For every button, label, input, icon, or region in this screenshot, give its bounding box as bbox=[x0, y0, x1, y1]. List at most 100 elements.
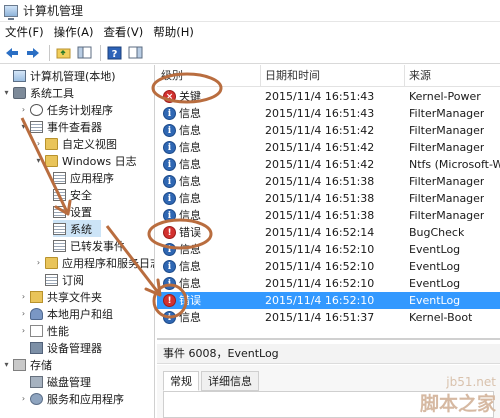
chevron-right-icon[interactable]: › bbox=[34, 258, 43, 267]
forward-button[interactable] bbox=[24, 44, 42, 62]
chevron-right-icon[interactable]: › bbox=[19, 292, 28, 301]
cell-source: EventLog bbox=[409, 260, 461, 273]
help-icon: ? bbox=[107, 46, 121, 60]
disk-icon bbox=[30, 375, 43, 388]
cell-datetime: 2015/11/4 16:52:10 bbox=[265, 277, 375, 290]
tree-item-computer-management[interactable]: 计算机管理(本地) bbox=[2, 67, 116, 84]
tree-item-shared-folders[interactable]: › 共享文件夹 bbox=[19, 288, 102, 305]
table-row[interactable]: i 信息 2015/11/4 16:51:42 FilterManager bbox=[157, 139, 500, 156]
tree-item-label: 服务和应用程序 bbox=[47, 392, 124, 406]
tree-item-app-service-logs[interactable]: › 应用程序和服务日志 bbox=[34, 254, 154, 271]
tree-item-subscriptions[interactable]: 订阅 bbox=[45, 271, 84, 288]
table-row[interactable]: × 关键 2015/11/4 16:51:43 Kernel-Power bbox=[157, 88, 500, 105]
menu-help[interactable]: 帮助(H) bbox=[148, 22, 199, 42]
show-hide-tree-button[interactable] bbox=[75, 44, 93, 62]
tree-item-performance[interactable]: › 性能 bbox=[19, 322, 69, 339]
chevron-right-icon[interactable]: › bbox=[19, 105, 28, 114]
cell-level: 信息 bbox=[179, 175, 201, 188]
cell-datetime: 2015/11/4 16:52:10 bbox=[265, 260, 375, 273]
tree-item-system-tools[interactable]: ▾ 系统工具 bbox=[2, 84, 74, 101]
window-title: 计算机管理 bbox=[23, 4, 84, 18]
table-row[interactable]: ! 错误 2015/11/4 16:52:10 EventLog bbox=[157, 292, 500, 309]
chevron-down-icon[interactable]: ▾ bbox=[34, 156, 43, 165]
tree-item-windows-logs[interactable]: ▾ Windows 日志 bbox=[34, 152, 137, 169]
watermark-url: jb51.net bbox=[446, 375, 496, 389]
chevron-right-icon[interactable]: › bbox=[34, 139, 43, 148]
help-button[interactable]: ? bbox=[105, 44, 123, 62]
table-row[interactable]: i 信息 2015/11/4 16:51:42 FilterManager bbox=[157, 122, 500, 139]
log-icon bbox=[53, 188, 66, 201]
tab-general[interactable]: 常规 bbox=[163, 371, 199, 391]
tree-item-label: 性能 bbox=[47, 324, 69, 338]
critical-icon: × bbox=[163, 90, 176, 103]
pane-splitter[interactable] bbox=[157, 338, 500, 340]
tree-item-disk-management[interactable]: 磁盘管理 bbox=[30, 373, 91, 390]
menu-bar: 文件(F) 操作(A) 查看(V) 帮助(H) bbox=[0, 22, 500, 42]
tree-item-local-users[interactable]: › 本地用户和组 bbox=[19, 305, 113, 322]
computer-management-icon bbox=[4, 4, 18, 20]
menu-view[interactable]: 查看(V) bbox=[98, 22, 148, 42]
cell-source: FilterManager bbox=[409, 124, 485, 137]
tree-item-device-manager[interactable]: 设备管理器 bbox=[30, 339, 102, 356]
cell-datetime: 2015/11/4 16:51:43 bbox=[265, 107, 375, 120]
tree-item-label: 设备管理器 bbox=[47, 341, 102, 355]
tree-item-system-log[interactable]: 系统 bbox=[53, 220, 101, 237]
tree-item-security-log[interactable]: 安全 bbox=[53, 186, 92, 203]
table-row[interactable]: i 信息 2015/11/4 16:52:10 EventLog bbox=[157, 241, 500, 258]
info-icon: i bbox=[163, 260, 176, 273]
info-icon: i bbox=[163, 107, 176, 120]
chevron-right-icon[interactable]: › bbox=[19, 309, 28, 318]
cell-level: 信息 bbox=[179, 260, 201, 273]
info-icon: i bbox=[163, 243, 176, 256]
table-row[interactable]: i 信息 2015/11/4 16:51:38 FilterManager bbox=[157, 207, 500, 224]
tree-item-label: 订阅 bbox=[62, 273, 84, 287]
properties-button[interactable] bbox=[126, 44, 144, 62]
tree-item-task-scheduler[interactable]: › 任务计划程序 bbox=[19, 101, 113, 118]
info-icon: i bbox=[163, 192, 176, 205]
tree-item-application-log[interactable]: 应用程序 bbox=[53, 169, 114, 186]
table-row[interactable]: i 信息 2015/11/4 16:51:43 FilterManager bbox=[157, 105, 500, 122]
device-manager-icon bbox=[30, 341, 43, 354]
back-button[interactable] bbox=[3, 44, 21, 62]
menu-action[interactable]: 操作(A) bbox=[49, 22, 99, 42]
cell-datetime: 2015/11/4 16:51:42 bbox=[265, 141, 375, 154]
tree-item-event-viewer[interactable]: ▾ 事件查看器 bbox=[19, 118, 102, 135]
cell-level: 信息 bbox=[179, 277, 201, 290]
table-row[interactable]: i 信息 2015/11/4 16:51:38 FilterManager bbox=[157, 173, 500, 190]
tree-item-label: 任务计划程序 bbox=[47, 103, 113, 117]
column-level[interactable]: 级别 bbox=[157, 65, 261, 87]
shared-folder-icon bbox=[30, 290, 43, 303]
up-level-button[interactable] bbox=[54, 44, 72, 62]
chevron-right-icon[interactable]: › bbox=[19, 326, 28, 335]
table-row[interactable]: i 信息 2015/11/4 16:52:10 EventLog bbox=[157, 258, 500, 275]
tree-item-custom-views[interactable]: › 自定义视图 bbox=[34, 135, 117, 152]
cell-source: Ntfs (Microsoft-W bbox=[409, 158, 500, 171]
chevron-down-icon[interactable]: ▾ bbox=[2, 360, 11, 369]
chevron-down-icon[interactable]: ▾ bbox=[19, 122, 28, 131]
watermark: jb51.net 脚本之家 bbox=[420, 375, 496, 416]
cell-datetime: 2015/11/4 16:51:37 bbox=[265, 311, 375, 324]
cell-level: 错误 bbox=[179, 226, 201, 239]
table-row[interactable]: i 信息 2015/11/4 16:52:10 EventLog bbox=[157, 275, 500, 292]
cell-level: 信息 bbox=[179, 158, 201, 171]
tab-details[interactable]: 详细信息 bbox=[201, 371, 259, 391]
toolbar-separator bbox=[49, 44, 50, 61]
tree-item-setup-log[interactable]: 设置 bbox=[53, 203, 92, 220]
tree-item-services-apps[interactable]: › 服务和应用程序 bbox=[19, 390, 124, 407]
column-source[interactable]: 来源 bbox=[405, 65, 500, 87]
tree-item-forwarded-events[interactable]: 已转发事件 bbox=[53, 237, 125, 254]
table-row[interactable]: i 信息 2015/11/4 16:51:42 Ntfs (Microsoft-W bbox=[157, 156, 500, 173]
tree-item-storage[interactable]: ▾ 存储 bbox=[2, 356, 52, 373]
table-row[interactable]: ! 错误 2015/11/4 16:52:14 BugCheck bbox=[157, 224, 500, 241]
table-row[interactable]: i 信息 2015/11/4 16:51:37 Kernel-Boot bbox=[157, 309, 500, 326]
chevron-right-icon[interactable]: › bbox=[19, 394, 28, 403]
cell-datetime: 2015/11/4 16:51:38 bbox=[265, 175, 375, 188]
tree-item-label: 事件查看器 bbox=[47, 120, 102, 134]
column-datetime[interactable]: 日期和时间 bbox=[261, 65, 405, 87]
tree-item-label: 自定义视图 bbox=[62, 137, 117, 151]
chevron-down-icon[interactable]: ▾ bbox=[2, 88, 11, 97]
cell-source: FilterManager bbox=[409, 175, 485, 188]
table-row[interactable]: i 信息 2015/11/4 16:51:38 FilterManager bbox=[157, 190, 500, 207]
menu-file[interactable]: 文件(F) bbox=[0, 22, 49, 42]
svg-text:?: ? bbox=[111, 49, 117, 60]
